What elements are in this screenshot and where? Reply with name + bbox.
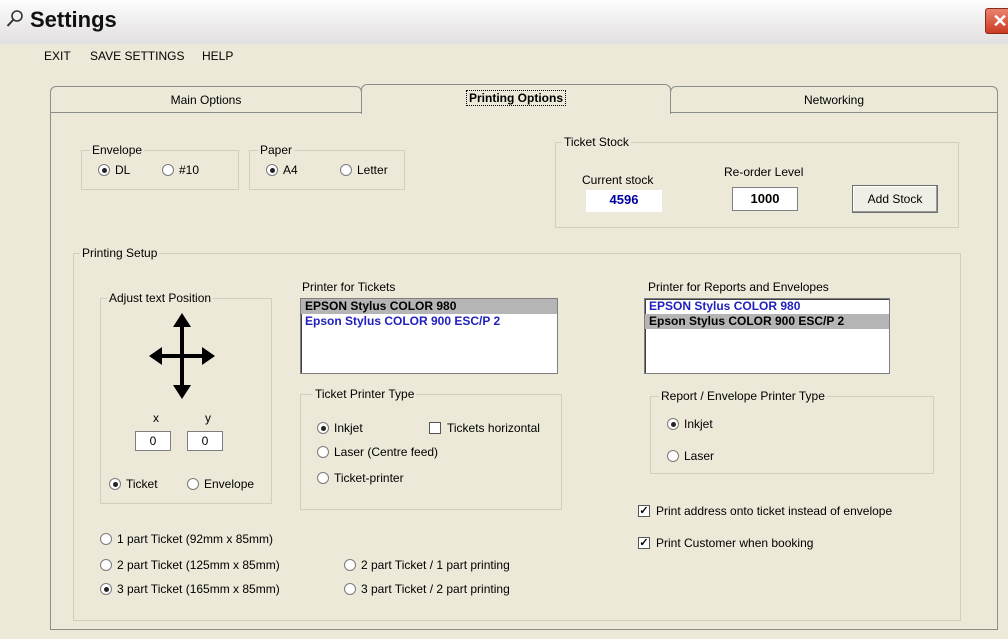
radio-dot [266, 164, 278, 176]
radio-dot [344, 583, 356, 595]
paper-letter-radio[interactable]: Letter [340, 163, 388, 177]
adjust-position-group: Adjust text Position x y 0 0 Ticket Enve… [100, 291, 272, 504]
envelope-group: Envelope DL #10 [81, 143, 239, 190]
current-stock-label: Current stock [582, 173, 654, 187]
tab-printing-options[interactable]: Printing Options [361, 84, 671, 114]
list-item[interactable]: Epson Stylus COLOR 900 ESC/P 2 [301, 314, 557, 329]
radio-dot [100, 583, 112, 595]
ticket-printer-radio[interactable]: Ticket-printer [317, 471, 404, 485]
radio-dot [100, 533, 112, 545]
envelope-10-radio[interactable]: #10 [162, 163, 199, 177]
envelope-legend: Envelope [90, 143, 145, 157]
list-item[interactable]: EPSON Stylus COLOR 980 [645, 299, 889, 314]
adjust-envelope-radio[interactable]: Envelope [187, 477, 254, 491]
paper-legend: Paper [258, 143, 295, 157]
window-title: Settings [30, 7, 117, 32]
checkbox-box [429, 422, 441, 434]
radio-dot [667, 450, 679, 462]
printing-setup-legend: Printing Setup [80, 246, 160, 260]
radio-dot [187, 478, 199, 490]
reorder-level-input[interactable]: 1000 [732, 187, 798, 211]
report-laser-radio[interactable]: Laser [667, 449, 714, 463]
radio-dot [344, 559, 356, 571]
printer-reports-label: Printer for Reports and Envelopes [648, 280, 829, 294]
print-customer-checkbox[interactable]: ✓ Print Customer when booking [638, 536, 813, 550]
add-stock-button[interactable]: Add Stock [852, 185, 938, 213]
part2-radio[interactable]: 2 part Ticket (125mm x 85mm) [100, 558, 280, 572]
printer-tickets-label: Printer for Tickets [302, 280, 396, 294]
radio-dot [162, 164, 174, 176]
paper-group: Paper A4 Letter [249, 143, 405, 190]
ticket-stock-group: Ticket Stock Current stock 4596 Re-order… [555, 135, 959, 228]
ticket-printer-type-legend: Ticket Printer Type [313, 387, 417, 401]
tab-panel: Envelope DL #10 Paper A4 Letter Ticket S… [50, 112, 998, 630]
paper-a4-radio[interactable]: A4 [266, 163, 298, 177]
reorder-level-label: Re-order Level [724, 165, 804, 179]
menu-exit[interactable]: EXIT [44, 49, 71, 63]
menu-bar: EXIT SAVE SETTINGS HELP [0, 44, 1008, 68]
radio-dot [317, 422, 329, 434]
title-bar: Settings ✕ [0, 0, 1008, 44]
x-input[interactable]: 0 [135, 431, 171, 451]
x-label: x [153, 411, 159, 425]
printer-reports-list[interactable]: EPSON Stylus COLOR 980 Epson Stylus COLO… [644, 298, 890, 374]
report-inkjet-radio[interactable]: Inkjet [667, 417, 713, 431]
adjust-position-legend: Adjust text Position [107, 291, 214, 305]
close-button[interactable]: ✕ [985, 8, 1008, 34]
radio-dot [317, 446, 329, 458]
ticket-inkjet-radio[interactable]: Inkjet [317, 421, 363, 435]
y-label: y [205, 411, 211, 425]
list-item[interactable]: Epson Stylus COLOR 900 ESC/P 2 [645, 314, 889, 329]
tab-networking[interactable]: Networking [670, 86, 998, 114]
ticket-laser-radio[interactable]: Laser (Centre feed) [317, 445, 438, 459]
ticket-printer-type-group: Ticket Printer Type Inkjet Tickets horiz… [300, 387, 562, 510]
part1-radio[interactable]: 1 part Ticket (92mm x 85mm) [100, 532, 273, 546]
tickets-horizontal-checkbox[interactable]: Tickets horizontal [429, 421, 540, 435]
printing-setup-group: Printing Setup Adjust text Position x y … [73, 246, 961, 621]
radio-dot [109, 478, 121, 490]
radio-dot [98, 164, 110, 176]
current-stock-value: 4596 [586, 190, 662, 212]
part3-radio[interactable]: 3 part Ticket (165mm x 85mm) [100, 582, 280, 596]
radio-dot [317, 472, 329, 484]
wrench-icon [6, 10, 23, 27]
radio-dot [100, 559, 112, 571]
y-input[interactable]: 0 [187, 431, 223, 451]
report-printer-type-legend: Report / Envelope Printer Type [659, 389, 827, 403]
list-item[interactable]: EPSON Stylus COLOR 980 [301, 299, 557, 314]
tab-main-options[interactable]: Main Options [50, 86, 362, 114]
radio-dot [667, 418, 679, 430]
checkbox-box: ✓ [638, 505, 650, 517]
four-way-arrow-icon[interactable] [149, 313, 215, 399]
checkbox-box: ✓ [638, 537, 650, 549]
report-printer-type-group: Report / Envelope Printer Type Inkjet La… [650, 389, 934, 474]
menu-save-settings[interactable]: SAVE SETTINGS [90, 49, 184, 63]
envelope-dl-radio[interactable]: DL [98, 163, 130, 177]
radio-dot [340, 164, 352, 176]
part3-2-radio[interactable]: 3 part Ticket / 2 part printing [344, 582, 510, 596]
adjust-ticket-radio[interactable]: Ticket [109, 477, 158, 491]
print-address-checkbox[interactable]: ✓ Print address onto ticket instead of en… [638, 504, 892, 518]
menu-help[interactable]: HELP [202, 49, 233, 63]
part2-1-radio[interactable]: 2 part Ticket / 1 part printing [344, 558, 510, 572]
ticket-stock-legend: Ticket Stock [562, 135, 631, 149]
printer-tickets-list[interactable]: EPSON Stylus COLOR 980 Epson Stylus COLO… [300, 298, 558, 374]
